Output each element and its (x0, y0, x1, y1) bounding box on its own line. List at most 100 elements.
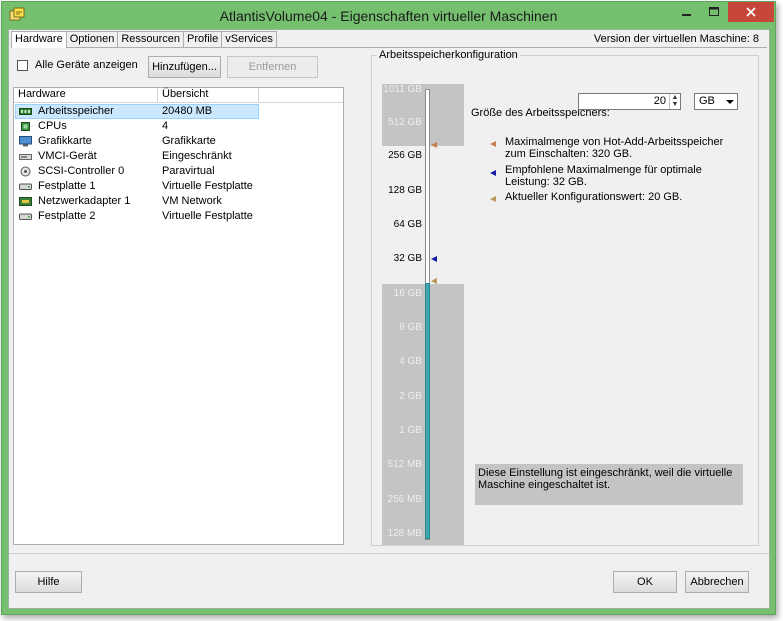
hot-add-max-marker (431, 142, 437, 148)
show-all-devices-toggle[interactable]: Alle Geräte anzeigen (17, 59, 138, 71)
memory-size-value: 20 (653, 95, 666, 107)
restriction-note: Diese Einstellung ist eingeschränkt, wei… (475, 464, 743, 505)
close-window-button[interactable] (728, 2, 774, 22)
scale-tick-label: 128 GB (388, 185, 422, 196)
column-header-summary[interactable]: Übersicht (158, 88, 259, 103)
hardware-row-vmci[interactable]: VMCI-Gerät Eingeschränkt (14, 149, 343, 164)
network-icon (19, 197, 32, 206)
hardware-summary: 4 (162, 120, 169, 132)
hardware-name: Festplatte 2 (38, 210, 96, 222)
hardware-rows: Arbeitsspeicher 20480 MB CPUs 4 Grafikka… (14, 104, 343, 224)
scale-tick-label: 16 GB (393, 288, 422, 299)
hardware-row-hard-disk-2[interactable]: Festplatte 2 Virtuelle Festplatte (14, 209, 343, 224)
scale-tick-label: 1 GB (399, 425, 422, 436)
scale-tick-label: 32 GB (393, 253, 422, 264)
hardware-summary: Virtuelle Festplatte (162, 210, 253, 222)
window-title: AtlantisVolume04 - Eigenschaften virtuel… (219, 8, 558, 24)
memory-range-disabled-lower (382, 284, 464, 545)
hardware-name: Grafikkarte (38, 135, 92, 147)
hardware-summary: Paravirtual (162, 165, 215, 177)
memory-slider-fill (425, 283, 430, 539)
scale-tick-label: 512 GB (388, 117, 422, 128)
current-value-legend-marker-icon (490, 196, 496, 202)
scale-tick-label: 64 GB (393, 219, 422, 230)
hardware-row-hard-disk-1[interactable]: Festplatte 1 Virtuelle Festplatte (14, 179, 343, 194)
memory-unit-select[interactable]: GB (694, 93, 738, 110)
hardware-row-video-card[interactable]: Grafikkarte Grafikkarte (14, 134, 343, 149)
column-header-hardware[interactable]: Hardware (14, 88, 158, 103)
close-icon (746, 7, 756, 17)
show-all-devices-label: Alle Geräte anzeigen (35, 59, 138, 71)
hot-add-max-legend: Maximalmenge von Hot-Add-Arbeitsspeicher… (505, 136, 724, 160)
minimize-button[interactable] (674, 2, 700, 22)
memory-scale[interactable]: 1011 GB 512 GB 256 GB 128 GB 64 GB 32 GB… (382, 84, 464, 545)
remove-hardware-button[interactable]: Entfernen (227, 56, 318, 78)
tab-hardware[interactable]: Hardware (11, 31, 67, 48)
hardware-list-header: Hardware Übersicht (14, 88, 343, 103)
footer-separator (9, 553, 769, 554)
maximize-button[interactable] (701, 2, 727, 22)
disk-icon (19, 183, 32, 190)
hardware-summary: Eingeschränkt (162, 150, 232, 162)
tab-resources[interactable]: Ressourcen (117, 31, 185, 47)
chevron-down-icon (726, 100, 734, 104)
hardware-row-network-adapter-1[interactable]: Netzwerkadapter 1 VM Network (14, 194, 343, 209)
properties-window: AtlantisVolume04 - Eigenschaften virtuel… (1, 1, 776, 615)
scale-tick-label: 2 GB (399, 391, 422, 402)
display-icon (19, 136, 32, 147)
scsi-icon (20, 166, 31, 177)
scale-tick-label: 8 GB (399, 322, 422, 333)
hardware-summary: 20480 MB (162, 105, 213, 117)
recommended-max-legend: Empfohlene Maximalmenge für optimale Lei… (505, 164, 702, 188)
memory-icon (19, 108, 32, 115)
hot-add-legend-marker-icon (490, 141, 496, 147)
hardware-row-scsi-controller[interactable]: SCSI-Controller 0 Paravirtual (14, 164, 343, 179)
memory-size-stepper[interactable]: ▲ ▼ (669, 94, 680, 109)
scale-tick-label: 512 MB (387, 459, 422, 470)
hardware-summary: Grafikkarte (162, 135, 216, 147)
scale-tick-label: 4 GB (399, 356, 422, 367)
show-all-devices-checkbox[interactable] (17, 59, 28, 71)
hardware-row-cpus[interactable]: CPUs 4 (14, 119, 343, 134)
stepper-down-icon[interactable]: ▼ (670, 101, 680, 108)
memory-unit-value: GB (699, 95, 715, 107)
hardware-name: VMCI-Gerät (38, 150, 97, 162)
hardware-summary: VM Network (162, 195, 222, 207)
tab-profiles[interactable]: Profile (183, 31, 223, 47)
current-value-marker[interactable] (431, 278, 437, 284)
memory-size-spinner[interactable]: 20 ▲ ▼ (578, 93, 681, 110)
title-bar[interactable]: AtlantisVolume04 - Eigenschaften virtuel… (2, 2, 775, 29)
cancel-button[interactable]: Abbrechen (685, 571, 749, 593)
add-hardware-button[interactable]: Hinzufügen... (148, 56, 221, 78)
scale-tick-label: 256 GB (388, 150, 422, 161)
ok-button[interactable]: OK (613, 571, 677, 593)
cpu-icon (21, 122, 30, 131)
recommended-max-marker (431, 256, 437, 262)
disk-icon (19, 213, 32, 220)
hardware-list[interactable]: Hardware Übersicht Arbeitsspeicher 20480… (13, 87, 344, 545)
scale-tick-label: 128 MB (387, 528, 422, 539)
hardware-tab-panel: Alle Geräte anzeigen Hinzufügen... Entfe… (11, 47, 767, 550)
current-value-legend: Aktueller Konfigurationswert: 20 GB. (505, 191, 683, 203)
recommended-legend-marker-icon (490, 170, 496, 176)
help-button[interactable]: Hilfe (15, 571, 82, 593)
hardware-name: CPUs (38, 120, 67, 132)
memory-configuration-title: Arbeitsspeicherkonfiguration (377, 49, 520, 61)
stepper-up-icon[interactable]: ▲ (670, 94, 680, 101)
memory-configuration-group: Arbeitsspeicherkonfiguration 1011 GB 512… (371, 49, 759, 546)
tab-strip: Hardware Optionen Ressourcen Profile vSe… (11, 31, 277, 48)
hardware-row-memory[interactable]: Arbeitsspeicher 20480 MB (14, 104, 343, 119)
hardware-name: Festplatte 1 (38, 180, 96, 192)
hardware-name: Arbeitsspeicher (38, 105, 114, 117)
maximize-icon (709, 7, 719, 16)
vm-version-label: Version der virtuellen Maschine: 8 (593, 33, 759, 45)
scale-tick-label: 1011 GB (383, 84, 422, 95)
minimize-icon (682, 14, 691, 16)
hardware-name: SCSI-Controller 0 (38, 165, 125, 177)
vmci-icon (19, 154, 32, 160)
hardware-summary: Virtuelle Festplatte (162, 180, 253, 192)
tab-vservices[interactable]: vServices (221, 31, 277, 47)
dialog-client-area: Hardware Optionen Ressourcen Profile vSe… (8, 29, 770, 609)
hardware-name: Netzwerkadapter 1 (38, 195, 131, 207)
tab-options[interactable]: Optionen (65, 31, 119, 47)
